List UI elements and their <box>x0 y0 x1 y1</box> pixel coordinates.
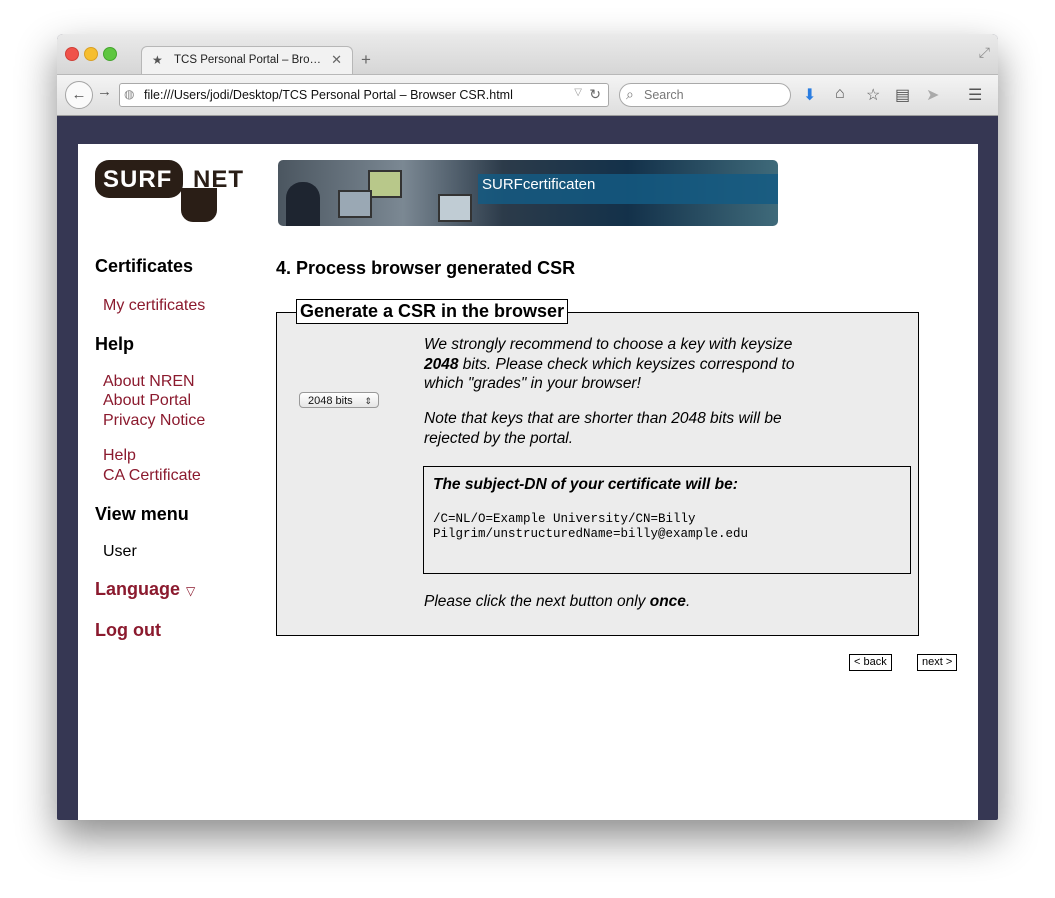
title-bar: ★ TCS Personal Portal – Bro… ✕ + ⤢ <box>57 34 998 75</box>
surfnet-logo: SURF NET <box>95 160 245 222</box>
search-icon: ⌕ <box>626 86 634 102</box>
language-menu[interactable]: Language ▽ <box>95 579 195 600</box>
log-out-link[interactable]: Log out <box>95 620 161 641</box>
recommended-keysize: 2048 <box>424 355 459 373</box>
keysize-select[interactable]: 2048 bits ⇕ <box>299 392 379 408</box>
sidebar-item-user[interactable]: User <box>103 543 137 561</box>
sidebar-heading-certificates: Certificates <box>95 256 194 276</box>
home-icon[interactable]: ⌂ <box>835 85 845 103</box>
sidebar-item-help[interactable]: Help <box>103 447 136 465</box>
sidebar-item-ca-certificate[interactable]: CA Certificate <box>103 467 201 485</box>
logo-text-right: NET <box>193 166 244 193</box>
tab-title: TCS Personal Portal – Bro… <box>174 54 322 66</box>
page-favicon-icon: ★ <box>152 53 163 67</box>
close-window-button[interactable] <box>65 47 79 61</box>
sidebar-item-privacy-notice[interactable]: Privacy Notice <box>103 412 205 430</box>
sidebar-item-my-certificates[interactable]: My certificates <box>103 297 205 315</box>
keysize-note: Note that keys that are shorter than 204… <box>424 410 782 447</box>
sidebar-heading-view-menu: View menu <box>95 504 189 524</box>
search-placeholder: Search <box>644 88 684 102</box>
globe-icon: ◍ <box>124 87 135 101</box>
browser-window: ★ TCS Personal Portal – Bro… ✕ + ⤢ ← → ◍… <box>57 34 998 820</box>
history-dropdown-icon[interactable]: ▽ <box>574 87 582 98</box>
header-banner: SURFcertificaten <box>278 160 778 226</box>
next-button[interactable]: next > <box>917 654 958 671</box>
logo-text-left: SURF <box>103 166 173 193</box>
browser-tab[interactable]: ★ TCS Personal Portal – Bro… ✕ <box>141 46 353 75</box>
keysize-selected-value: 2048 bits <box>308 395 353 407</box>
subject-dn-title: The subject-DN of your certificate will … <box>433 476 738 493</box>
navigation-toolbar: ← → ◍ file:///Users/jodi/Desktop/TCS Per… <box>57 74 998 116</box>
download-icon[interactable]: ⬇ <box>803 85 816 105</box>
subject-dn-box: The subject-DN of your certificate will … <box>423 466 911 574</box>
chevron-down-icon: ▽ <box>186 584 196 598</box>
select-arrows-icon: ⇕ <box>364 396 372 406</box>
minimize-window-button[interactable] <box>84 47 98 61</box>
address-bar[interactable]: ◍ file:///Users/jodi/Desktop/TCS Persona… <box>119 83 609 107</box>
sidebar-heading-help: Help <box>95 334 135 354</box>
bookmarks-list-icon[interactable]: ▤ <box>895 85 910 105</box>
sidebar-item-about-nren[interactable]: About NREN <box>103 373 195 391</box>
once-emphasis: once <box>649 593 686 610</box>
search-box[interactable]: ⌕ Search <box>619 83 791 107</box>
url-text[interactable]: file:///Users/jodi/Desktop/TCS Personal … <box>144 88 513 102</box>
click-once-text: Please click the next button only once. <box>424 593 691 610</box>
new-tab-icon[interactable]: + <box>361 51 371 68</box>
page-title: 4. Process browser generated CSR <box>276 258 576 278</box>
subject-dn-value: /C=NL/O=Example University/CN=Billy Pilg… <box>433 512 749 541</box>
bookmark-star-icon[interactable]: ☆ <box>866 85 880 105</box>
tab-close-icon[interactable]: ✕ <box>331 52 342 68</box>
back-arrow-icon[interactable]: ← <box>65 81 93 109</box>
page-content: SURF NET SURFcertificaten Certificates M… <box>78 144 978 820</box>
banner-title: SURFcertificaten <box>482 176 596 193</box>
sidebar-item-about-portal[interactable]: About Portal <box>103 392 191 410</box>
fieldset-legend: Generate a CSR in the browser <box>296 299 569 324</box>
fullscreen-icon[interactable]: ⤢ <box>979 44 990 61</box>
forward-arrow-icon[interactable]: → <box>97 83 112 100</box>
menu-icon[interactable]: ☰ <box>968 85 982 105</box>
reload-icon[interactable]: ↻ <box>589 86 601 103</box>
zoom-window-button[interactable] <box>103 47 117 61</box>
banner-photo <box>286 182 320 226</box>
csr-fieldset: Generate a CSR in the browser 2048 bits … <box>276 299 919 636</box>
language-label: Language <box>95 579 181 599</box>
back-button[interactable]: < back <box>849 654 892 671</box>
share-icon[interactable]: ➤ <box>926 85 939 105</box>
recommendation-text: We strongly recommend to choose a key wi… <box>424 336 795 392</box>
